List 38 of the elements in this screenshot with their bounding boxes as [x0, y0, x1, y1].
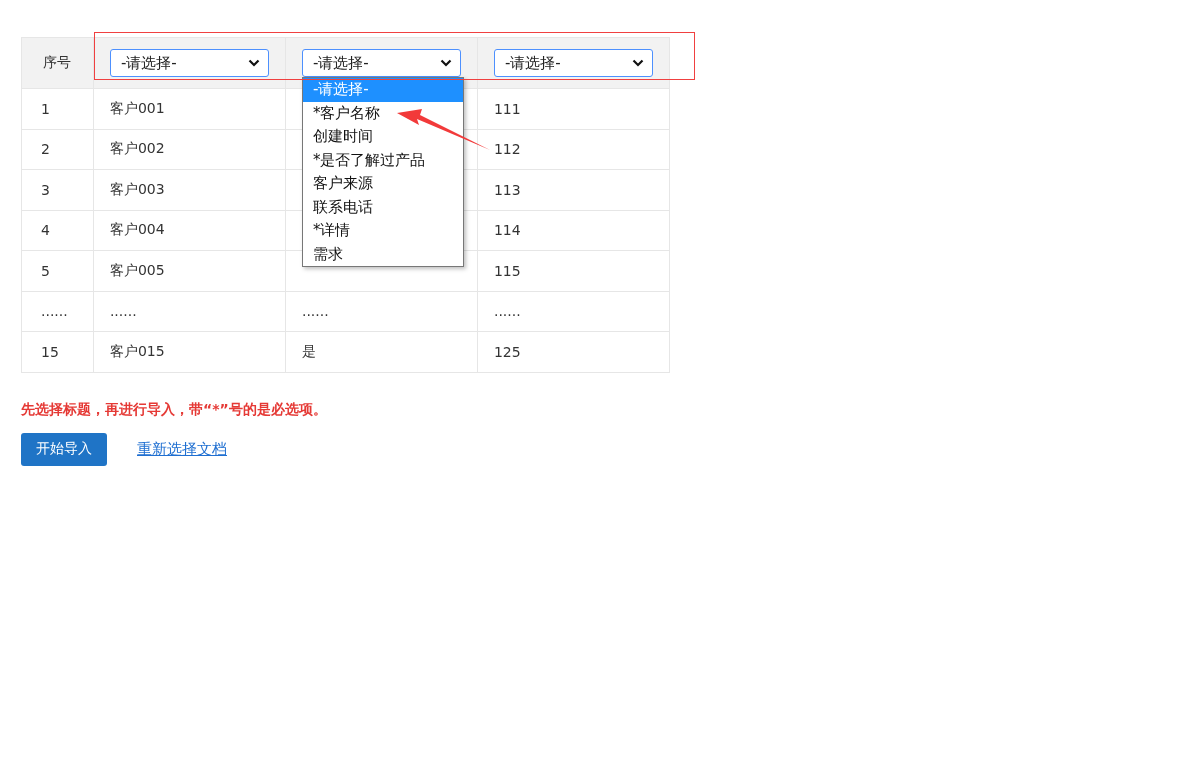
hint-text: 先选择标题，再进行导入，带“*”号的是必选项。	[21, 400, 328, 419]
table-cell: 4	[41, 222, 50, 239]
caret-icon	[439, 59, 452, 67]
table-cell: 客户005	[109, 261, 165, 278]
start-import-button[interactable]: 开始导入	[21, 432, 107, 466]
table-cell: 111	[493, 100, 521, 117]
table-cell: 客户001	[109, 99, 165, 116]
caret-icon	[632, 59, 644, 67]
table-cell: 客户002	[109, 140, 165, 157]
dropdown-option[interactable]: 需求	[302, 242, 463, 266]
dropdown-option[interactable]: 创建时间	[302, 125, 463, 149]
table-cell: 115	[493, 262, 521, 279]
reselect-document-link[interactable]: 重新选择文档	[137, 439, 227, 459]
table-cell: 客户003	[109, 180, 165, 197]
column-select[interactable]: -请选择-	[301, 49, 461, 77]
table-cell: 125	[493, 343, 521, 360]
table-cell: 客户004	[109, 221, 165, 238]
dropdown-option[interactable]: *客户名称	[302, 101, 463, 125]
table-cell: ......	[493, 303, 521, 320]
column-header: 序号	[21, 37, 94, 89]
table-cell: 客户015	[109, 342, 165, 359]
table-cell: 5	[41, 262, 50, 279]
table-cell: 3	[41, 181, 50, 198]
table-cell: ......	[109, 303, 137, 320]
caret-icon	[247, 59, 260, 67]
table-cell: 2	[41, 141, 50, 158]
table-cell: 15	[41, 343, 59, 360]
table-cell: 1	[41, 100, 50, 117]
table-cell: 114	[493, 222, 521, 239]
table-cell: 113	[493, 181, 521, 198]
dropdown-option[interactable]: *是否了解过产品	[302, 148, 463, 172]
table-cell: ......	[301, 303, 329, 320]
column-select[interactable]: -请选择-	[493, 49, 653, 77]
table-cell: ......	[41, 303, 68, 320]
dropdown-option[interactable]: 联系电话	[302, 195, 463, 219]
table-cell: 112	[493, 141, 521, 158]
column-select[interactable]: -请选择-	[109, 49, 269, 77]
table-cell: 是	[301, 342, 316, 359]
